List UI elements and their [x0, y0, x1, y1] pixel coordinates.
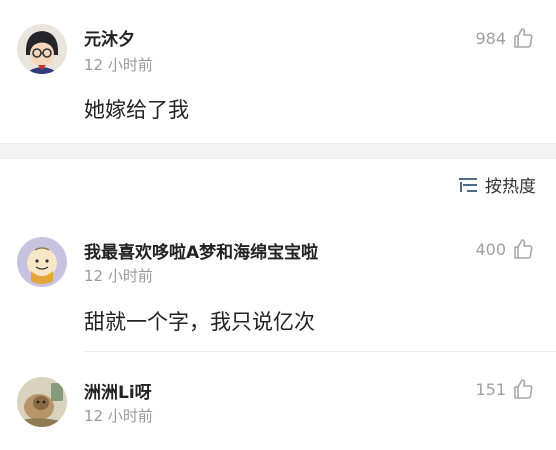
avatar[interactable] — [17, 24, 67, 74]
thumbs-up-icon — [512, 378, 534, 400]
comment-username[interactable]: 我最喜欢哆啦A梦和海绵宝宝啦 — [84, 238, 318, 263]
like-count: 400 — [475, 239, 506, 259]
comment-content: 甜就一个字，我只说亿次 — [84, 310, 315, 334]
comment-time: 12 小时前 — [84, 407, 153, 425]
like-button[interactable]: 984 — [475, 27, 534, 49]
sort-label: 按热度 — [485, 177, 536, 197]
like-count: 151 — [475, 379, 506, 399]
comment-content: 她嫁给了我 — [84, 98, 189, 122]
avatar[interactable] — [17, 237, 67, 287]
comment-username[interactable]: 洲洲Li呀 — [84, 378, 152, 403]
comment-time: 12 小时前 — [84, 56, 153, 74]
like-count: 984 — [475, 28, 506, 48]
comment-username[interactable]: 元沐夕 — [84, 25, 135, 50]
like-button[interactable]: 151 — [475, 378, 534, 400]
sort-button[interactable]: 按热度 — [457, 172, 536, 197]
like-button[interactable]: 400 — [475, 238, 534, 260]
comment-time: 12 小时前 — [84, 267, 153, 285]
section-divider — [0, 143, 556, 159]
row-divider — [84, 351, 556, 352]
thumbs-up-icon — [512, 238, 534, 260]
thumbs-up-icon — [512, 27, 534, 49]
sort-lines-icon — [457, 176, 479, 194]
avatar[interactable] — [17, 377, 67, 427]
